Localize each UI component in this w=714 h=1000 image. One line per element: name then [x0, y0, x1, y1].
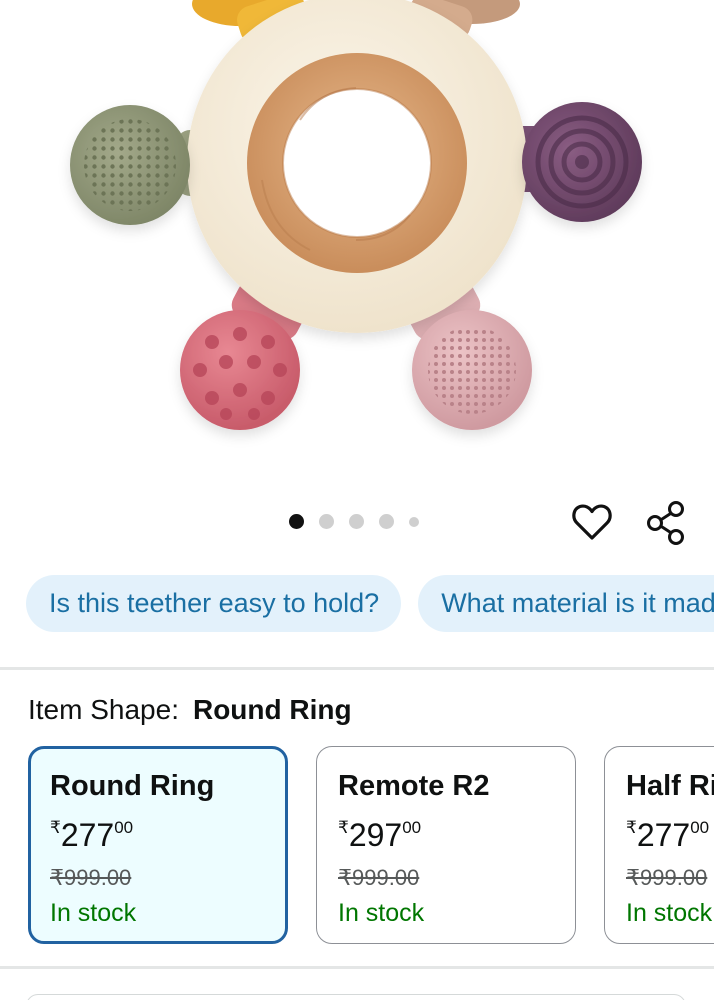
item-shape-label: Item Shape: [28, 694, 179, 725]
variant-option-half-ring[interactable]: Half Ring ₹27700 ₹999.00 In stock [604, 746, 714, 944]
heart-outline-icon [572, 504, 612, 540]
currency-symbol: ₹ [338, 818, 349, 837]
price-fraction: 00 [114, 818, 134, 837]
wishlist-button[interactable] [570, 500, 614, 544]
variant-mrp: ₹999.00 [626, 865, 708, 890]
variant-mrp: ₹999.00 [50, 865, 132, 890]
share-icon [647, 501, 684, 545]
price-fraction: 00 [690, 818, 710, 837]
variant-stock-status: In stock [338, 899, 425, 927]
product-page: Is this teether easy to hold? What mater… [0, 0, 714, 1000]
next-section-card [26, 994, 686, 1000]
variant-selector: Round Ring ₹27700 ₹999.00 In stock Remot… [28, 746, 714, 944]
carousel-dot-4[interactable] [379, 514, 394, 529]
variant-price: ₹27700 [626, 811, 714, 859]
currency-symbol: ₹ [626, 818, 637, 837]
price-fraction: 00 [402, 818, 422, 837]
product-image[interactable] [0, 0, 714, 470]
suggested-questions: Is this teether easy to hold? What mater… [26, 575, 714, 632]
variant-mrp: ₹999.00 [338, 865, 420, 890]
question-chip[interactable]: Is this teether easy to hold? [26, 575, 402, 632]
section-divider [0, 667, 714, 670]
carousel-dot-1[interactable] [289, 514, 304, 529]
variant-price: ₹29700 [338, 811, 575, 859]
teether-illustration [70, 0, 642, 430]
price-whole: 297 [348, 817, 403, 853]
carousel-dot-5[interactable] [409, 516, 419, 527]
variant-title: Remote R2 [338, 770, 490, 802]
item-shape-heading: Item Shape: Round Ring [28, 694, 352, 726]
section-divider [0, 966, 714, 969]
variant-option-remote-r2[interactable]: Remote R2 ₹29700 ₹999.00 In stock [316, 746, 576, 944]
price-whole: 277 [636, 817, 691, 853]
variant-title: Round Ring [50, 770, 215, 802]
item-shape-selected-value: Round Ring [192, 694, 352, 725]
question-chip[interactable]: What material is it made of? [418, 575, 714, 632]
variant-stock-status: In stock [626, 899, 713, 927]
image-carousel-dots[interactable] [289, 514, 434, 529]
variant-option-round-ring[interactable]: Round Ring ₹27700 ₹999.00 In stock [28, 746, 288, 944]
share-button[interactable] [644, 500, 688, 546]
variant-title: Half Ring [626, 770, 714, 802]
price-whole: 277 [60, 817, 115, 853]
carousel-dot-3[interactable] [349, 514, 364, 529]
variant-stock-status: In stock [50, 899, 137, 927]
carousel-dot-2[interactable] [319, 514, 334, 529]
variant-price: ₹27700 [50, 811, 285, 859]
currency-symbol: ₹ [50, 818, 61, 837]
